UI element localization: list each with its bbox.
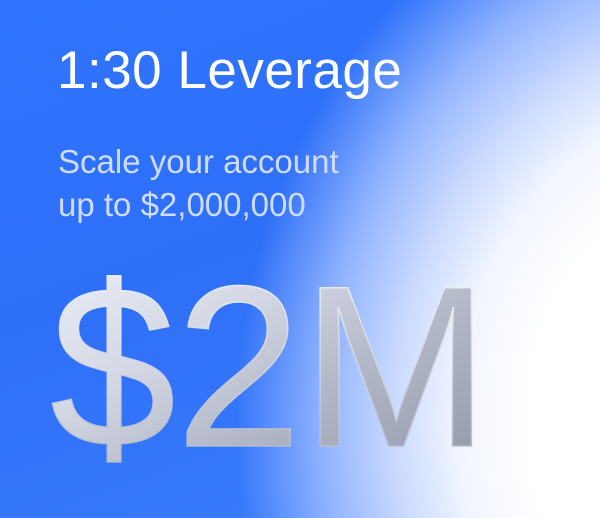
big-amount-graphic: $2M [48, 264, 508, 464]
leverage-promo-card: 1:30 Leverage Scale your account up to $… [0, 0, 600, 518]
subtitle-line-1: Scale your account [58, 143, 339, 180]
leverage-subtitle: Scale your account up to $2,000,000 [58, 140, 339, 226]
metallic-amount-svg: $2M [49, 264, 491, 464]
leverage-title: 1:30 Leverage [57, 41, 403, 100]
big-amount-text: $2M [50, 264, 490, 464]
subtitle-line-2: up to $2,000,000 [58, 186, 306, 223]
